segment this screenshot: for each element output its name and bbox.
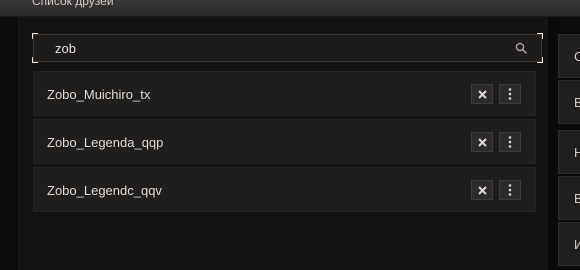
side-menu-label: В — [574, 191, 580, 206]
side-menu-item[interactable]: И — [558, 222, 580, 266]
friend-name: Zobo_Legenda_qqp — [47, 135, 164, 150]
panel-gap — [548, 17, 558, 270]
search-value: zob — [55, 41, 76, 56]
remove-friend-button[interactable] — [471, 132, 493, 152]
remove-friend-button[interactable] — [471, 180, 493, 200]
list-item[interactable]: Zobo_Muichiro_tx — [33, 71, 536, 116]
side-menu: С В Н В И — [558, 34, 580, 270]
side-menu-label: В — [574, 95, 580, 110]
more-vertical-icon — [508, 88, 512, 100]
list-item[interactable]: Zobo_Legendc_qqv — [33, 167, 536, 212]
search-input[interactable]: zob — [32, 33, 543, 63]
focus-corner — [32, 33, 38, 39]
window-titlebar: Список друзей — [0, 0, 580, 17]
more-vertical-icon — [508, 136, 512, 148]
close-icon — [477, 137, 487, 147]
side-menu-item[interactable]: В — [558, 176, 580, 220]
remove-friend-button[interactable] — [471, 84, 493, 104]
side-menu-item[interactable]: Н — [558, 130, 580, 174]
list-item[interactable]: Zobo_Legenda_qqp — [33, 119, 536, 164]
search-icon[interactable] — [515, 42, 527, 54]
more-options-button[interactable] — [499, 132, 521, 152]
window-title: Список друзей — [32, 0, 114, 8]
focus-corner — [537, 57, 543, 63]
side-menu-item[interactable]: В — [558, 80, 580, 124]
focus-corner — [537, 33, 543, 39]
friends-list: Zobo_Muichiro_tx Zobo_Legenda_qqp Zobo_L… — [33, 71, 536, 215]
more-vertical-icon — [508, 184, 512, 196]
focus-corner — [32, 57, 38, 63]
friend-name: Zobo_Muichiro_tx — [47, 87, 151, 102]
side-menu-label: И — [574, 237, 580, 252]
more-options-button[interactable] — [499, 180, 521, 200]
more-options-button[interactable] — [499, 84, 521, 104]
side-menu-label: Н — [574, 145, 580, 160]
close-icon — [477, 89, 487, 99]
side-menu-item[interactable]: С — [558, 34, 580, 78]
side-menu-label: С — [574, 49, 580, 64]
friend-name: Zobo_Legendc_qqv — [47, 183, 162, 198]
close-icon — [477, 185, 487, 195]
